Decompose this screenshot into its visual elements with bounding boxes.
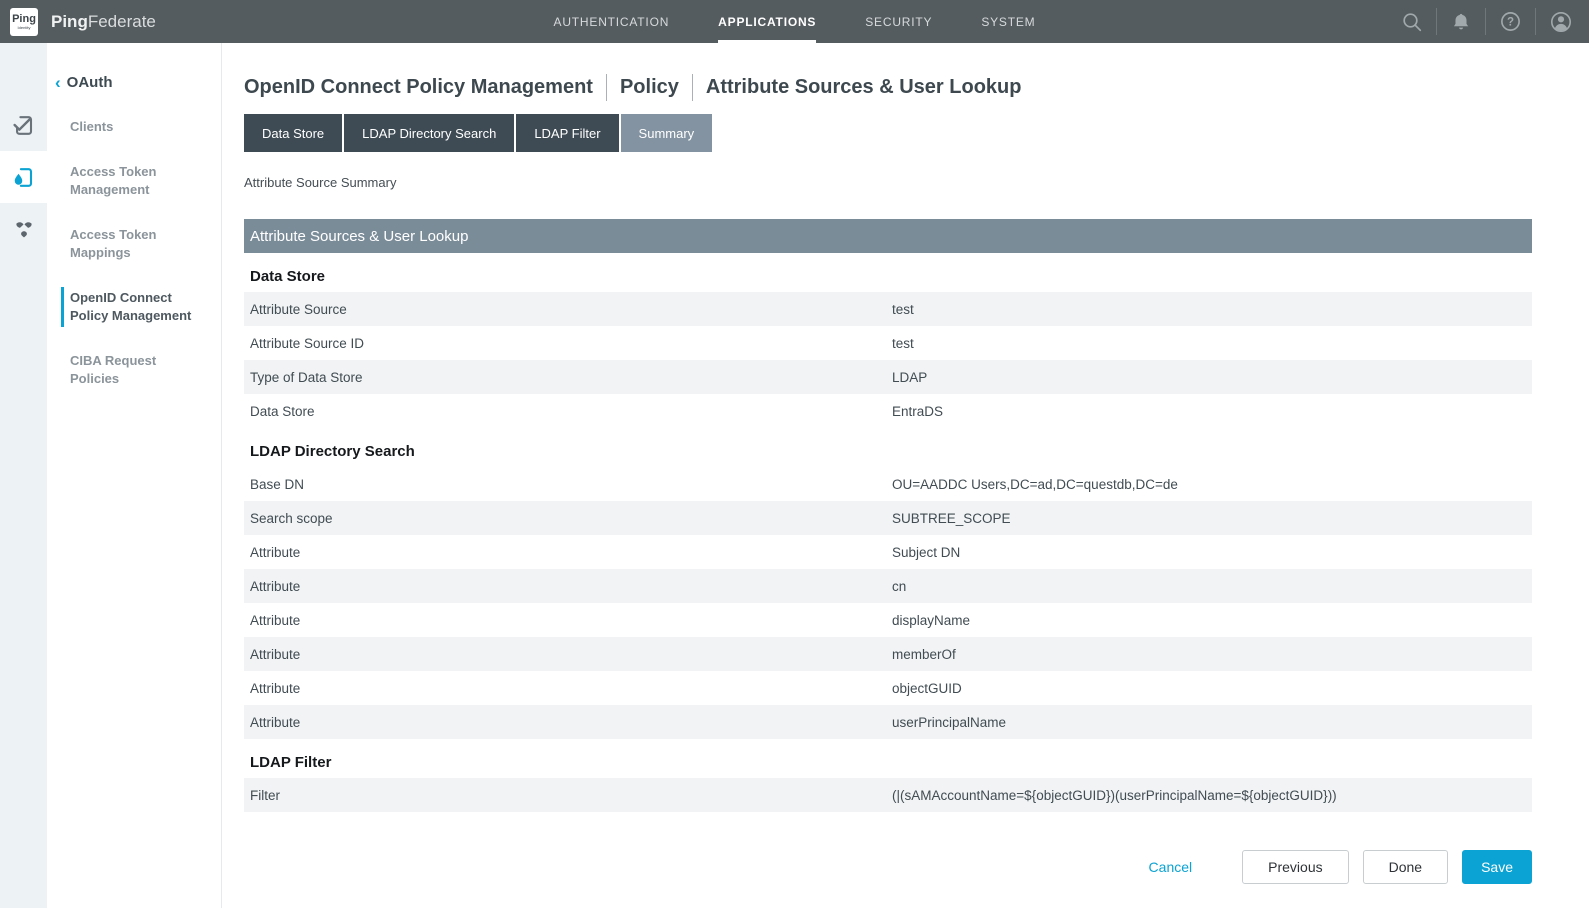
chevron-left-icon: ‹ — [55, 74, 61, 91]
footer-actions: Cancel Previous Done Save — [244, 850, 1532, 884]
oauth-back-link[interactable]: ‹ OAuth — [47, 74, 221, 91]
summary-row: AttributeSubject DN — [244, 535, 1532, 569]
breadcrumb-separator — [692, 74, 693, 101]
product-name: PingFederate — [51, 12, 156, 32]
row-label: Attribute — [250, 545, 892, 560]
summary-row: Search scopeSUBTREE_SCOPE — [244, 501, 1532, 535]
row-label: Attribute — [250, 613, 892, 628]
tab-ldap-filter[interactable]: LDAP Filter — [516, 114, 618, 152]
sidebar-item-clients[interactable]: Clients — [47, 118, 221, 136]
breadcrumb-segment: Policy — [620, 76, 679, 99]
row-label: Type of Data Store — [250, 370, 892, 385]
sidebar-item-ciba-request-policies[interactable]: CIBA Request Policies — [47, 352, 221, 388]
row-label: Data Store — [250, 404, 892, 419]
sidebar-item-openid-connect-policy-management[interactable]: OpenID Connect Policy Management — [47, 289, 221, 325]
summary-row: AttributeobjectGUID — [244, 671, 1532, 705]
brand: Ping Identity PingFederate — [10, 8, 156, 36]
sidebar-item-access-token-mappings[interactable]: Access Token Mappings — [47, 226, 221, 262]
pingfederate-app: Ping Identity PingFederate AUTHENTICATIO… — [0, 0, 1589, 908]
summary-row: Attribute Source IDtest — [244, 326, 1532, 360]
row-label: Attribute Source ID — [250, 336, 892, 351]
account-icon[interactable] — [1549, 10, 1573, 34]
row-label: Attribute Source — [250, 302, 892, 317]
row-value: LDAP — [892, 370, 1526, 385]
search-icon[interactable] — [1401, 11, 1423, 33]
row-label: Attribute — [250, 647, 892, 662]
row-value: Subject DN — [892, 545, 1526, 560]
done-button[interactable]: Done — [1363, 850, 1448, 884]
breadcrumb-segment: Attribute Sources & User Lookup — [706, 76, 1022, 99]
row-label: Attribute — [250, 579, 892, 594]
save-button[interactable]: Save — [1462, 850, 1532, 884]
clients-icon[interactable] — [0, 99, 47, 151]
summary-description: Attribute Source Summary — [244, 175, 1532, 191]
row-label: Attribute — [250, 715, 892, 730]
tab-summary[interactable]: Summary — [621, 114, 713, 152]
row-value: test — [892, 302, 1526, 317]
summary-table-header: Attribute Sources & User Lookup — [244, 219, 1532, 253]
ping-identity-logo: Ping Identity — [10, 8, 38, 36]
access-token-management-icon[interactable] — [0, 151, 47, 203]
row-value: OU=AADDC Users,DC=ad,DC=questdb,DC=de — [892, 477, 1526, 492]
summary-row: Attributecn — [244, 569, 1532, 603]
row-value: displayName — [892, 613, 1526, 628]
logo-subtext: Identity — [18, 26, 31, 30]
tab-data-store[interactable]: Data Store — [244, 114, 342, 152]
main-content: OpenID Connect Policy Management Policy At… — [222, 43, 1589, 908]
sidebar-item-access-token-management[interactable]: Access Token Management — [47, 163, 221, 199]
row-value: (|(sAMAccountName=${objectGUID})(userPri… — [892, 788, 1526, 803]
row-value: SUBTREE_SCOPE — [892, 511, 1526, 526]
primary-nav: AUTHENTICATION APPLICATIONS SECURITY SYSTEM — [554, 0, 1036, 43]
summary-row: Attribute Sourcetest — [244, 292, 1532, 326]
section-heading-ldap-directory-search: LDAP Directory Search — [244, 441, 1532, 462]
access-token-mappings-icon[interactable] — [0, 203, 47, 255]
row-label: Search scope — [250, 511, 892, 526]
previous-button[interactable]: Previous — [1242, 850, 1348, 884]
row-value: memberOf — [892, 647, 1526, 662]
wizard-tabs: Data StoreLDAP Directory SearchLDAP Filt… — [244, 114, 1532, 152]
row-value: userPrincipalName — [892, 715, 1526, 730]
row-value: test — [892, 336, 1526, 351]
summary-sections: Data StoreAttribute SourcetestAttribute … — [244, 266, 1532, 812]
nav-item-security[interactable]: SECURITY — [865, 0, 932, 43]
nav-item-authentication[interactable]: AUTHENTICATION — [554, 0, 670, 43]
cancel-link[interactable]: Cancel — [1149, 859, 1193, 875]
summary-row: Base DNOU=AADDC Users,DC=ad,DC=questdb,D… — [244, 467, 1532, 501]
top-navigation-bar: Ping Identity PingFederate AUTHENTICATIO… — [0, 0, 1589, 43]
section-heading-data-store: Data Store — [244, 266, 1532, 287]
topbar-divider — [1436, 8, 1437, 35]
summary-row: Data StoreEntraDS — [244, 394, 1532, 428]
notifications-bell-icon[interactable] — [1450, 11, 1472, 33]
row-value: cn — [892, 579, 1526, 594]
topbar-divider — [1485, 8, 1486, 35]
row-label: Attribute — [250, 681, 892, 696]
row-value: objectGUID — [892, 681, 1526, 696]
help-icon[interactable]: ? — [1499, 10, 1522, 33]
sidebar-section-title: OAuth — [67, 74, 113, 91]
breadcrumb-segment: OpenID Connect Policy Management — [244, 76, 593, 99]
summary-row: Type of Data StoreLDAP — [244, 360, 1532, 394]
nav-item-system[interactable]: SYSTEM — [981, 0, 1035, 43]
summary-row: AttributememberOf — [244, 637, 1532, 671]
logo-text: Ping — [12, 14, 36, 25]
row-value: EntraDS — [892, 404, 1526, 419]
breadcrumb-separator — [606, 74, 607, 101]
page-title-breadcrumb: OpenID Connect Policy Management Policy At… — [244, 73, 1532, 101]
summary-row: AttributeuserPrincipalName — [244, 705, 1532, 739]
svg-text:?: ? — [1507, 17, 1514, 29]
sidebar: ‹ OAuth Clients Access Token Management Ac… — [47, 43, 222, 908]
topbar-divider — [1535, 8, 1536, 35]
summary-row: AttributedisplayName — [244, 603, 1532, 637]
row-label: Base DN — [250, 477, 892, 492]
topbar-utility-icons: ? — [1401, 8, 1573, 35]
icon-rail — [0, 43, 47, 908]
summary-row: Filter(|(sAMAccountName=${objectGUID})(u… — [244, 778, 1532, 812]
nav-item-applications[interactable]: APPLICATIONS — [718, 0, 816, 43]
tab-ldap-directory-search[interactable]: LDAP Directory Search — [344, 114, 514, 152]
section-heading-ldap-filter: LDAP Filter — [244, 752, 1532, 773]
row-label: Filter — [250, 788, 892, 803]
